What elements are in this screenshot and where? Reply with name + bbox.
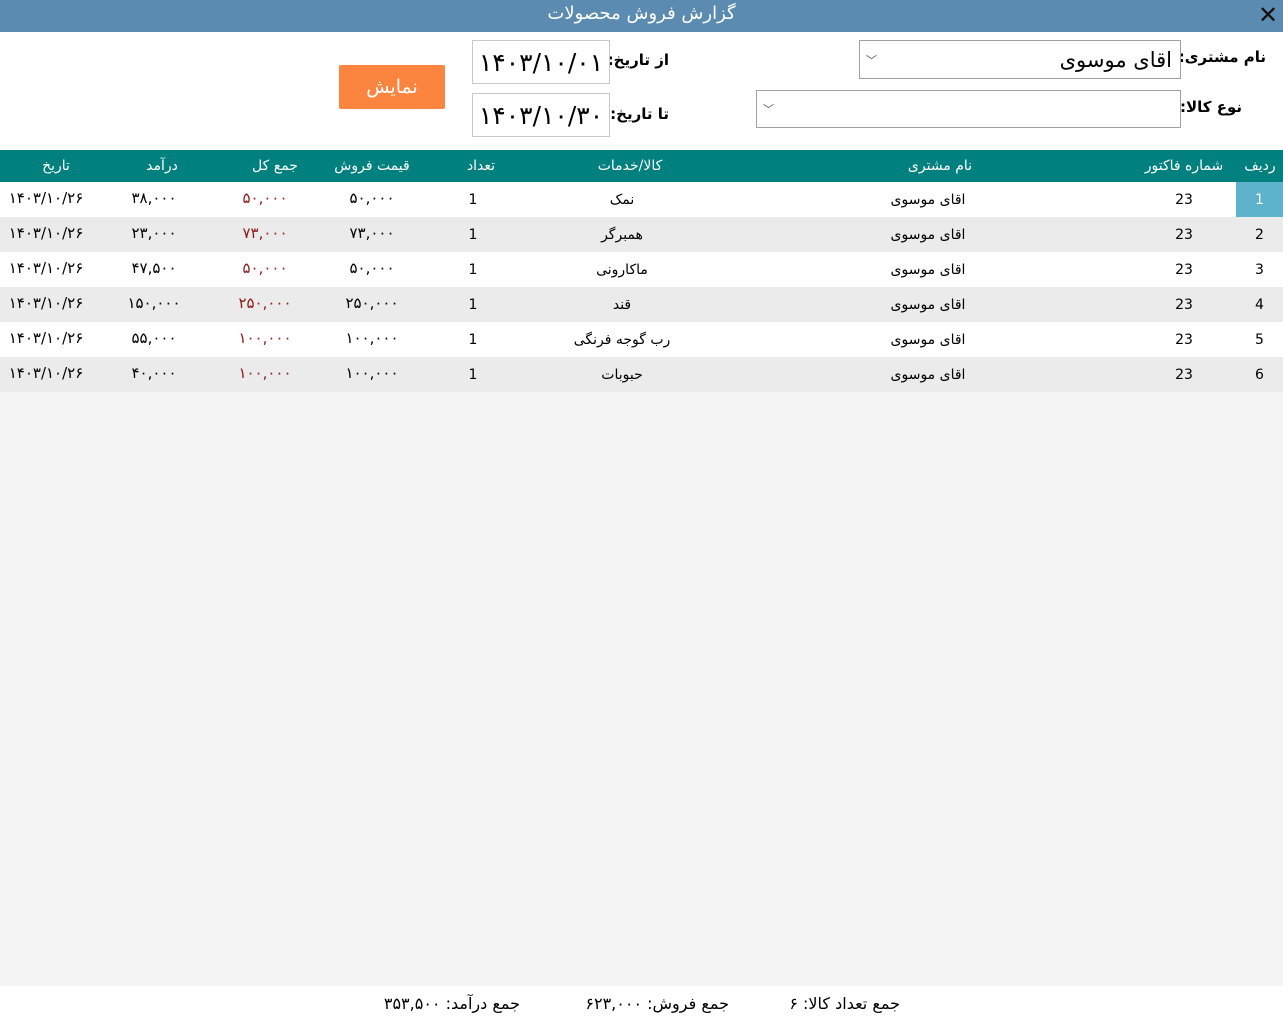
cell-total[interactable]: ۵۰,۰۰۰ <box>220 252 310 287</box>
chevron-down-icon: ﹀ <box>763 103 774 116</box>
cell-row[interactable]: 2 <box>1236 217 1283 252</box>
cell-qty[interactable]: 1 <box>442 217 504 252</box>
cell-invoice[interactable]: 23 <box>1134 322 1234 357</box>
cell-customer[interactable]: اقای موسوی <box>848 322 1008 357</box>
column-header-invoice[interactable]: شماره فاکتور <box>1134 150 1234 182</box>
close-icon[interactable]: ✕ <box>1255 2 1281 28</box>
column-header-date[interactable]: تاریخ <box>0 150 112 182</box>
cell-income[interactable]: ۳۸,۰۰۰ <box>107 182 201 217</box>
product-type-select[interactable]: ﹀ <box>756 90 1181 128</box>
cell-customer[interactable]: اقای موسوی <box>848 287 1008 322</box>
cell-price[interactable]: ۲۵۰,۰۰۰ <box>325 287 419 322</box>
cell-date[interactable]: ۱۴۰۳/۱۰/۲۶ <box>0 182 92 217</box>
column-header-total[interactable]: جمع کل <box>230 150 320 182</box>
cell-total[interactable]: ۱۰۰,۰۰۰ <box>220 322 310 357</box>
cell-total[interactable]: ۷۳,۰۰۰ <box>220 217 310 252</box>
chevron-down-icon: ﹀ <box>866 53 877 67</box>
product-type-label: نوع کالا: <box>1179 98 1242 116</box>
cell-qty[interactable]: 1 <box>442 252 504 287</box>
customer-label: نام مشتری: <box>1178 48 1266 66</box>
cell-row[interactable]: 1 <box>1236 182 1283 217</box>
total-income-text: جمع درآمد: ۳۵۳,۵۰۰ <box>383 994 520 1013</box>
cell-invoice[interactable]: 23 <box>1134 287 1234 322</box>
cell-product[interactable]: قند <box>552 287 692 322</box>
cell-product[interactable]: همبرگر <box>552 217 692 252</box>
title-bar: گزارش فروش محصولات ✕ <box>0 0 1283 32</box>
cell-customer[interactable]: اقای موسوی <box>848 217 1008 252</box>
column-header-row[interactable]: ردیف <box>1237 150 1283 182</box>
cell-qty[interactable]: 1 <box>442 357 504 392</box>
to-date-input[interactable]: ۱۴۰۳/۱۰/۳۰ <box>472 93 610 137</box>
from-date-label: از تاریخ: <box>607 51 669 69</box>
filter-bar: نام مشتری: اقای موسوی ﹀ نوع کالا: ﹀ از ت… <box>0 32 1283 150</box>
cell-qty[interactable]: 1 <box>442 322 504 357</box>
cell-income[interactable]: ۴۰,۰۰۰ <box>107 357 201 392</box>
window-title: گزارش فروش محصولات <box>547 3 736 24</box>
total-sales-text: جمع فروش: ۶۲۳,۰۰۰ <box>585 994 729 1013</box>
cell-total[interactable]: ۱۰۰,۰۰۰ <box>220 357 310 392</box>
table-row[interactable]: 1 23 اقای موسوی نمک 1 ۵۰,۰۰۰ ۵۰,۰۰۰ ۳۸,۰… <box>0 182 1283 217</box>
cell-invoice[interactable]: 23 <box>1134 252 1234 287</box>
from-date-input[interactable]: ۱۴۰۳/۱۰/۰۱ <box>472 40 610 84</box>
cell-customer[interactable]: اقای موسوی <box>848 357 1008 392</box>
cell-price[interactable]: ۵۰,۰۰۰ <box>325 252 419 287</box>
table-row[interactable]: 2 23 اقای موسوی همبرگر 1 ۷۳,۰۰۰ ۷۳,۰۰۰ ۲… <box>0 217 1283 252</box>
cell-income[interactable]: ۱۵۰,۰۰۰ <box>107 287 201 322</box>
cell-row[interactable]: 5 <box>1236 322 1283 357</box>
cell-qty[interactable]: 1 <box>442 182 504 217</box>
cell-date[interactable]: ۱۴۰۳/۱۰/۲۶ <box>0 252 92 287</box>
cell-income[interactable]: ۴۷,۵۰۰ <box>107 252 201 287</box>
table-body: 1 23 اقای موسوی نمک 1 ۵۰,۰۰۰ ۵۰,۰۰۰ ۳۸,۰… <box>0 182 1283 392</box>
cell-row[interactable]: 6 <box>1236 357 1283 392</box>
table-row[interactable]: 6 23 اقای موسوی حبوبات 1 ۱۰۰,۰۰۰ ۱۰۰,۰۰۰… <box>0 357 1283 392</box>
cell-date[interactable]: ۱۴۰۳/۱۰/۲۶ <box>0 357 92 392</box>
cell-product[interactable]: نمک <box>552 182 692 217</box>
cell-customer[interactable]: اقای موسوی <box>848 182 1008 217</box>
cell-total[interactable]: ۲۵۰,۰۰۰ <box>220 287 310 322</box>
column-header-price[interactable]: قیمت فروش <box>325 150 419 182</box>
cell-income[interactable]: ۵۵,۰۰۰ <box>107 322 201 357</box>
cell-date[interactable]: ۱۴۰۳/۱۰/۲۶ <box>0 217 92 252</box>
table-row[interactable]: 3 23 اقای موسوی ماکارونی 1 ۵۰,۰۰۰ ۵۰,۰۰۰… <box>0 252 1283 287</box>
cell-product[interactable]: رب گوجه فرنگی <box>552 322 692 357</box>
to-date-label: تا تاریخ: <box>610 105 669 123</box>
cell-price[interactable]: ۵۰,۰۰۰ <box>325 182 419 217</box>
total-count-text: جمع تعداد کالا: ۶ <box>789 994 900 1013</box>
cell-product[interactable]: حبوبات <box>552 357 692 392</box>
cell-invoice[interactable]: 23 <box>1134 217 1234 252</box>
column-header-product[interactable]: کالا/خدمات <box>560 150 700 182</box>
cell-qty[interactable]: 1 <box>442 287 504 322</box>
cell-income[interactable]: ۲۳,۰۰۰ <box>107 217 201 252</box>
column-header-qty[interactable]: تعداد <box>450 150 512 182</box>
cell-row[interactable]: 3 <box>1236 252 1283 287</box>
cell-total[interactable]: ۵۰,۰۰۰ <box>220 182 310 217</box>
cell-invoice[interactable]: 23 <box>1134 182 1234 217</box>
show-button[interactable]: نمایش <box>339 65 445 109</box>
cell-price[interactable]: ۱۰۰,۰۰۰ <box>325 322 419 357</box>
cell-row[interactable]: 4 <box>1236 287 1283 322</box>
table-row[interactable]: 5 23 اقای موسوی رب گوجه فرنگی 1 ۱۰۰,۰۰۰ … <box>0 322 1283 357</box>
cell-invoice[interactable]: 23 <box>1134 357 1234 392</box>
table-row[interactable]: 4 23 اقای موسوی قند 1 ۲۵۰,۰۰۰ ۲۵۰,۰۰۰ ۱۵… <box>0 287 1283 322</box>
customer-select-value: اقای موسوی <box>1059 47 1172 72</box>
customer-select[interactable]: اقای موسوی ﹀ <box>859 40 1181 79</box>
totals-footer: جمع تعداد کالا: ۶ جمع فروش: ۶۲۳,۰۰۰ جمع … <box>0 986 1283 1025</box>
cell-date[interactable]: ۱۴۰۳/۱۰/۲۶ <box>0 322 92 357</box>
cell-product[interactable]: ماکارونی <box>552 252 692 287</box>
column-header-customer[interactable]: نام مشتری <box>860 150 1020 182</box>
cell-customer[interactable]: اقای موسوی <box>848 252 1008 287</box>
cell-date[interactable]: ۱۴۰۳/۱۰/۲۶ <box>0 287 92 322</box>
cell-price[interactable]: ۱۰۰,۰۰۰ <box>325 357 419 392</box>
column-header-income[interactable]: درآمد <box>115 150 209 182</box>
table-header: ردیف شماره فاکتور نام مشتری کالا/خدمات ت… <box>0 150 1283 182</box>
cell-price[interactable]: ۷۳,۰۰۰ <box>325 217 419 252</box>
